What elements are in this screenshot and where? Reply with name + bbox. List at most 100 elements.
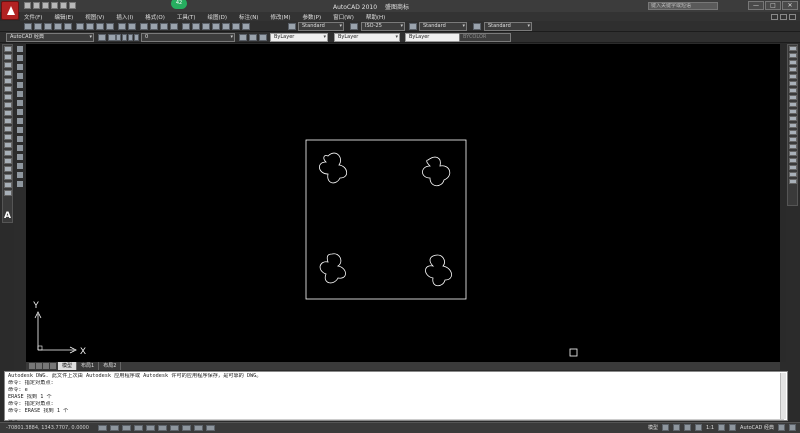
preview-icon[interactable] xyxy=(64,23,72,30)
lineweight-dropdown[interactable]: ByLayer xyxy=(405,33,465,42)
quick-view-layouts-icon[interactable] xyxy=(661,424,669,431)
arc-icon[interactable] xyxy=(3,86,12,92)
chamfer-icon[interactable] xyxy=(17,163,23,169)
region-icon[interactable] xyxy=(3,174,12,180)
copy-icon[interactable] xyxy=(86,23,94,30)
open-file-icon[interactable] xyxy=(33,2,40,9)
help-icon[interactable] xyxy=(242,23,250,30)
properties-icon[interactable] xyxy=(182,23,190,30)
inquiry-icon[interactable] xyxy=(788,165,797,170)
tab-prev-icon[interactable] xyxy=(36,363,42,369)
undo-icon[interactable] xyxy=(51,2,58,9)
grid-toggle-icon[interactable] xyxy=(110,425,119,431)
close-button[interactable]: ✕ xyxy=(782,1,798,10)
snap-settings-icon[interactable] xyxy=(788,151,797,156)
maximize-button[interactable]: □ xyxy=(765,1,781,10)
tab-layout1[interactable]: 布局1 xyxy=(77,362,100,370)
menu-draw[interactable]: 绘图(D) xyxy=(208,13,228,21)
trefoil-bottom-right[interactable] xyxy=(425,254,452,287)
doc-minimize-icon[interactable] xyxy=(771,13,778,20)
tab-first-icon[interactable] xyxy=(29,363,35,369)
workspace-settings-icon[interactable] xyxy=(98,34,106,41)
snap-none-icon[interactable] xyxy=(788,144,797,149)
dimension-icon[interactable] xyxy=(788,158,797,163)
layer-color-icon[interactable] xyxy=(134,34,139,41)
table-style-dropdown[interactable]: Standard xyxy=(419,22,467,31)
snap-intersection-icon[interactable] xyxy=(788,67,797,72)
hatch-icon[interactable] xyxy=(3,158,12,164)
tab-next-icon[interactable] xyxy=(43,363,49,369)
annotation-visibility-icon[interactable] xyxy=(718,424,726,431)
scale-icon[interactable] xyxy=(17,109,23,115)
markup-icon[interactable] xyxy=(222,23,230,30)
sheet-set-icon[interactable] xyxy=(212,23,220,30)
lwt-toggle-icon[interactable] xyxy=(194,425,203,431)
application-menu-button[interactable] xyxy=(1,1,19,20)
snap-toggle-icon[interactable] xyxy=(98,425,107,431)
snap-apparent-icon[interactable] xyxy=(788,74,797,79)
rectangle-icon[interactable] xyxy=(3,78,12,84)
layer-lock-icon[interactable] xyxy=(128,34,133,41)
offset-icon[interactable] xyxy=(17,73,23,79)
lock-icon[interactable] xyxy=(778,424,785,431)
snap-node-icon[interactable] xyxy=(788,130,797,135)
menu-file[interactable]: 文件(F) xyxy=(24,13,42,21)
ellipse-arc-icon[interactable] xyxy=(3,126,12,132)
open-icon[interactable] xyxy=(34,23,42,30)
auto-scale-icon[interactable] xyxy=(729,424,737,431)
new-file-icon[interactable] xyxy=(24,2,31,9)
zoom-status-icon[interactable] xyxy=(694,424,702,431)
outer-rectangle[interactable] xyxy=(305,139,467,300)
ortho-toggle-icon[interactable] xyxy=(122,425,131,431)
menu-parametric[interactable]: 参数(P) xyxy=(303,13,322,21)
circle-icon[interactable] xyxy=(3,94,12,100)
explode-icon[interactable] xyxy=(17,181,23,187)
model-space-label[interactable]: 模型 xyxy=(648,424,658,431)
snap-extension-icon[interactable] xyxy=(788,81,797,86)
redo-icon[interactable] xyxy=(128,23,136,30)
break-icon[interactable] xyxy=(17,145,23,151)
trefoil-bottom-left[interactable] xyxy=(319,253,346,284)
layer-previous-icon[interactable] xyxy=(249,34,257,41)
paste-icon[interactable] xyxy=(96,23,104,30)
zoom-icon[interactable] xyxy=(788,172,797,177)
menu-help[interactable]: 帮助(H) xyxy=(366,13,385,21)
menu-tools[interactable]: 工具(T) xyxy=(177,13,196,21)
mirror-icon[interactable] xyxy=(17,64,23,70)
point-icon[interactable] xyxy=(3,150,12,156)
calculator-icon[interactable] xyxy=(232,23,240,30)
save-icon[interactable] xyxy=(42,2,49,9)
workspace-switch-label[interactable]: AutoCAD 经典 xyxy=(740,424,774,431)
annotation-scale-label[interactable]: 1:1 xyxy=(706,425,714,431)
layer-state-icon[interactable] xyxy=(259,34,267,41)
draw-order-icon[interactable] xyxy=(788,46,797,51)
rotate-icon[interactable] xyxy=(17,100,23,106)
insert-block-icon[interactable] xyxy=(3,134,12,140)
snap-tangent-icon[interactable] xyxy=(788,102,797,107)
zoom-window-icon[interactable] xyxy=(160,23,168,30)
polar-toggle-icon[interactable] xyxy=(134,425,143,431)
search-input[interactable]: 键入关键字或短语 xyxy=(648,2,718,10)
spline-icon[interactable] xyxy=(3,110,12,116)
menu-window[interactable]: 窗口(W) xyxy=(333,13,354,21)
new-icon[interactable] xyxy=(24,23,32,30)
doc-close-icon[interactable] xyxy=(789,13,796,20)
doc-restore-icon[interactable] xyxy=(780,13,787,20)
minimize-button[interactable]: — xyxy=(748,1,764,10)
clean-screen-icon[interactable] xyxy=(789,424,796,431)
line-icon[interactable] xyxy=(3,46,12,52)
orbit-icon[interactable] xyxy=(788,179,797,184)
command-scrollbar[interactable] xyxy=(780,373,786,419)
design-center-icon[interactable] xyxy=(192,23,200,30)
ellipse-icon[interactable] xyxy=(3,118,12,124)
join-icon[interactable] xyxy=(17,154,23,160)
redo-icon[interactable] xyxy=(60,2,67,9)
snap-midpoint-icon[interactable] xyxy=(788,60,797,65)
array-icon[interactable] xyxy=(17,82,23,88)
revision-cloud-icon[interactable] xyxy=(3,102,12,108)
tab-model[interactable]: 模型 xyxy=(58,362,78,370)
snap-insert-icon[interactable] xyxy=(788,123,797,128)
snap-center-icon[interactable] xyxy=(788,88,797,93)
copy-object-icon[interactable] xyxy=(17,55,23,61)
extend-icon[interactable] xyxy=(17,136,23,142)
